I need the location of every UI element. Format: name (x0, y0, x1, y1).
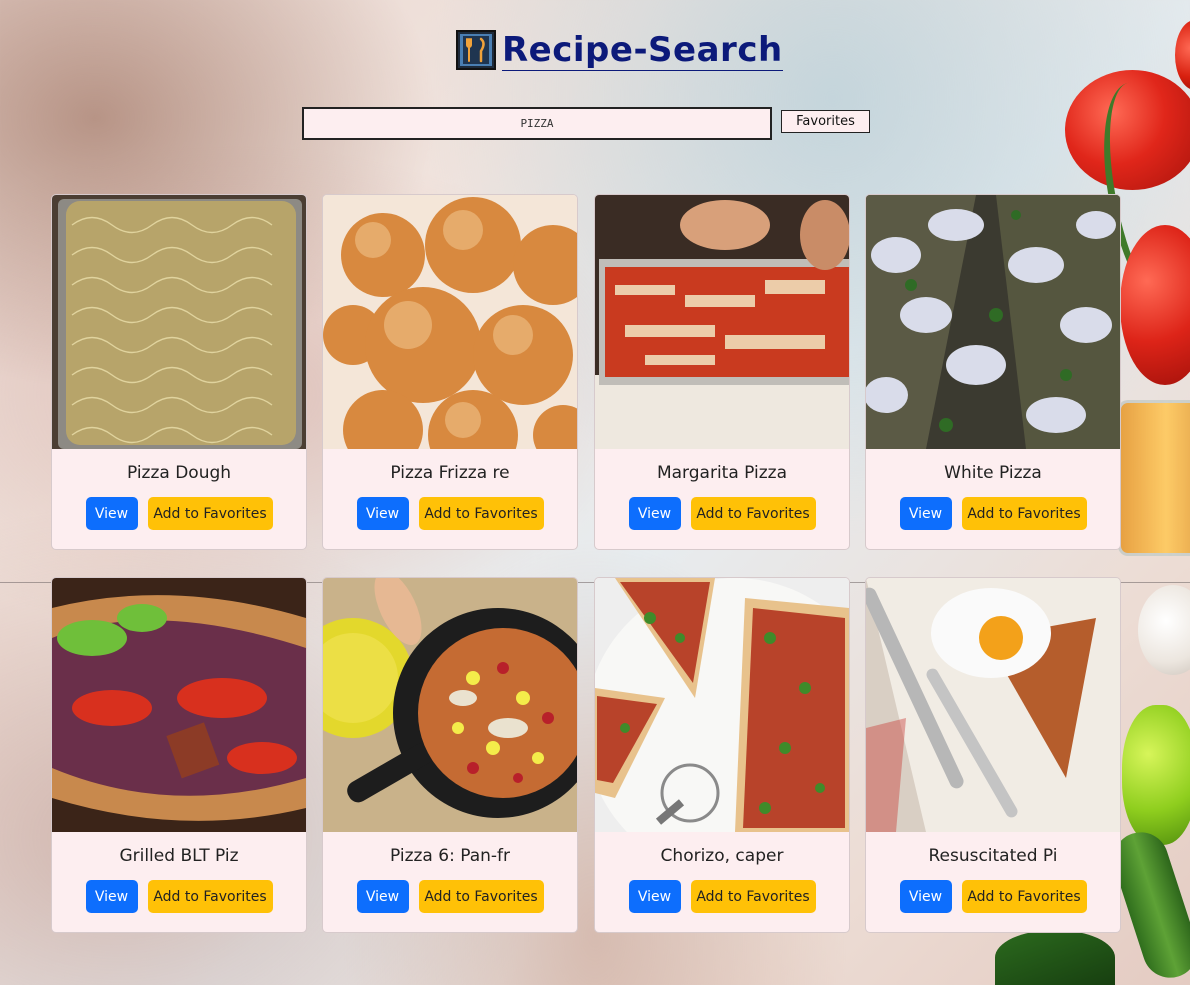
recipe-title: Chorizo, caper (660, 846, 784, 866)
recipe-title: Resuscitated Pi (928, 846, 1058, 866)
pepper-decoration (1122, 705, 1190, 845)
recipe-card: Margarita Pizza View Add to Favorites (594, 194, 850, 550)
recipe-title: Pizza 6: Pan-fr (389, 846, 510, 866)
recipe-card: White Pizza View Add to Favorites (865, 194, 1121, 550)
recipe-title: White Pizza (944, 463, 1042, 483)
recipe-image (595, 578, 849, 832)
recipe-image (52, 578, 306, 832)
recipe-title: Pizza Dough (126, 463, 232, 483)
favorites-link[interactable]: Favorites (781, 110, 870, 133)
recipe-image (52, 195, 306, 449)
view-button[interactable]: View (899, 880, 952, 913)
recipe-card: Resuscitated Pi View Add to Favorites (865, 577, 1121, 933)
garlic-decoration (1138, 585, 1190, 675)
utensils-icon (456, 30, 496, 70)
view-button[interactable]: View (628, 880, 681, 913)
leaf-decoration (995, 930, 1115, 985)
add-to-favorites-button[interactable]: Add to Favorites (147, 497, 273, 530)
recipe-image (323, 195, 577, 449)
add-to-favorites-button[interactable]: Add to Favorites (418, 497, 544, 530)
view-button[interactable]: View (356, 497, 409, 530)
recipe-card: Chorizo, caper View Add to Favorites (594, 577, 850, 933)
app-logo: Recipe-Search (456, 27, 783, 73)
recipe-title: Margarita Pizza (656, 463, 788, 483)
app-title: Recipe-Search (502, 29, 783, 71)
recipe-image (323, 578, 577, 832)
view-button[interactable]: View (899, 497, 952, 530)
recipe-image (866, 195, 1120, 449)
tomato-decoration (1175, 20, 1190, 90)
recipe-image (866, 578, 1120, 832)
recipe-image (595, 195, 849, 449)
add-to-favorites-button[interactable]: Add to Favorites (961, 497, 1087, 530)
add-to-favorites-button[interactable]: Add to Favorites (690, 497, 816, 530)
add-to-favorites-button[interactable]: Add to Favorites (690, 880, 816, 913)
view-button[interactable]: View (628, 497, 681, 530)
recipe-card: Pizza Dough View Add to Favorites (51, 194, 307, 550)
view-button[interactable]: View (85, 497, 138, 530)
add-to-favorites-button[interactable]: Add to Favorites (147, 880, 273, 913)
recipe-card: Grilled BLT Piz View Add to Favorites (51, 577, 307, 933)
add-to-favorites-button[interactable]: Add to Favorites (418, 880, 544, 913)
view-button[interactable]: View (85, 880, 138, 913)
recipe-title: Pizza Frizza re (390, 463, 510, 483)
search-input[interactable] (302, 107, 772, 140)
recipe-card: Pizza 6: Pan-fr View Add to Favorites (322, 577, 578, 933)
view-button[interactable]: View (356, 880, 409, 913)
add-to-favorites-button[interactable]: Add to Favorites (961, 880, 1087, 913)
recipe-card: Pizza Frizza re View Add to Favorites (322, 194, 578, 550)
oil-bottle-decoration (1118, 400, 1190, 556)
recipe-title: Grilled BLT Piz (119, 846, 239, 866)
